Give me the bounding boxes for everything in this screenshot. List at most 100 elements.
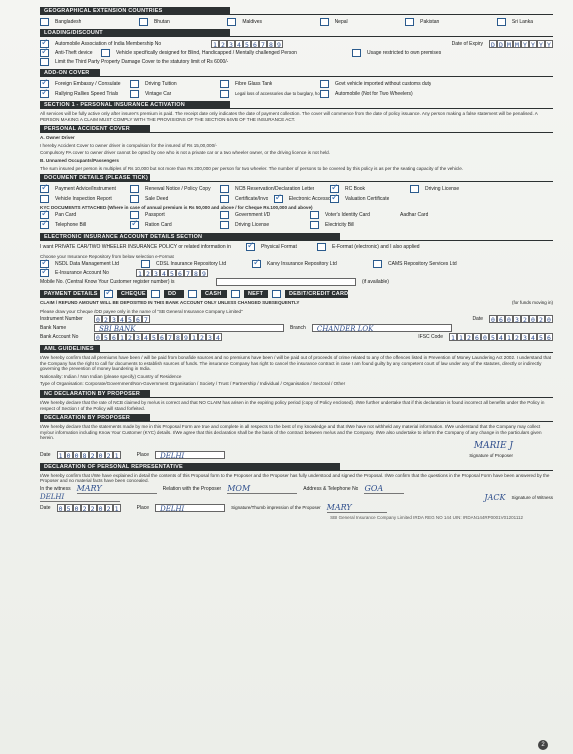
pay-cheque-checkbox[interactable] xyxy=(104,288,113,298)
section-geo-header: GEOGRAPHICAL EXTENSION COUNTRIES xyxy=(40,7,230,15)
decl-place-field[interactable]: DELHI xyxy=(155,451,226,460)
grid-cell: 2 xyxy=(104,451,113,460)
addon-checkbox-accessories[interactable] xyxy=(220,89,229,98)
decl-date-grid[interactable]: 10082021 xyxy=(56,451,121,460)
grid-cell: M xyxy=(505,39,513,49)
doc-checkbox-valuation[interactable] xyxy=(330,193,339,203)
doc-checkbox-electronic[interactable] xyxy=(273,193,283,203)
pay-cash-checkbox[interactable] xyxy=(188,289,197,298)
kyc-checkbox-pan[interactable] xyxy=(40,209,49,220)
act-text: All services will be fully active only a… xyxy=(40,111,538,122)
own-premises-checkbox[interactable] xyxy=(352,48,361,57)
grid-cell: 4 xyxy=(529,333,537,342)
anti-theft-checkbox[interactable] xyxy=(40,47,49,57)
grid-cell: 2 xyxy=(219,39,227,49)
grid-cell: 7 xyxy=(184,268,192,278)
instrument-row: Instrument Number 0234567 Date 06032020 xyxy=(40,315,553,324)
vehicle-spec-checkbox[interactable] xyxy=(101,48,110,57)
doc-checkbox-sale-deed[interactable] xyxy=(130,194,139,203)
geo-checkbox-srilanka[interactable] xyxy=(496,17,506,26)
decl-signature: MARIE J xyxy=(473,440,513,451)
pay-card-checkbox[interactable] xyxy=(272,289,281,298)
kyc-checkbox-voter[interactable] xyxy=(310,211,319,220)
eia-checkbox[interactable] xyxy=(40,267,49,277)
addon-checkbox-embassy[interactable] xyxy=(40,78,49,88)
grid-cell: 4 xyxy=(497,333,505,342)
nationality-text: Nationality: Indian / Non Indian (please… xyxy=(40,373,182,379)
branch-field[interactable]: CHANDER LOK xyxy=(311,324,452,333)
grid-cell: 5 xyxy=(64,503,73,513)
tppd-checkbox[interactable] xyxy=(40,57,49,66)
grid-cell: 8 xyxy=(80,451,89,460)
addon-checkbox-vintage[interactable] xyxy=(130,89,139,98)
section-docs-header: DOCUMENT DETAILS (PLEASE TICK) xyxy=(40,174,150,183)
geo-checkbox-nepal[interactable] xyxy=(319,17,329,26)
repo-checkbox-cdsl[interactable] xyxy=(141,259,150,268)
geo-checkbox-bhutan[interactable] xyxy=(138,17,148,26)
kyc-checkbox-ration[interactable] xyxy=(130,219,139,230)
rep-name2-field[interactable]: DELHI xyxy=(40,493,120,503)
grid-cell: 5 xyxy=(489,333,497,342)
ckyc-field[interactable] xyxy=(216,277,356,286)
addon-checkbox-driving-tuition[interactable] xyxy=(130,79,139,88)
physical-format-checkbox[interactable] xyxy=(246,241,255,252)
kyc-checkbox-dl[interactable] xyxy=(220,221,229,230)
section-decl2-header: DECLARATION OF PERSONAL REPRESENTATIVE xyxy=(40,462,340,471)
geo-checkbox-pakistan[interactable] xyxy=(405,17,415,26)
doc-checkbox-renewal[interactable] xyxy=(130,184,139,193)
geo-checkbox-bangladesh[interactable] xyxy=(40,17,49,26)
grid-cell: M xyxy=(513,39,521,49)
addon-checkbox-fibre-glass[interactable] xyxy=(220,79,229,88)
witness-field[interactable]: MARY xyxy=(76,484,157,494)
rep-date-grid[interactable]: 05022021 xyxy=(56,503,121,513)
rep-place-field[interactable]: DELHI xyxy=(155,503,226,513)
grid-cell: 1 xyxy=(112,503,121,513)
grid-cell: 1 xyxy=(118,333,126,342)
aai-number-grid[interactable]: 123456789 xyxy=(211,39,283,49)
grid-cell: 6 xyxy=(134,315,142,324)
eformat-checkbox[interactable] xyxy=(317,243,326,252)
ifsc-grid[interactable]: 1126054123456 xyxy=(449,333,553,342)
repo-checkbox-cams[interactable] xyxy=(373,259,382,268)
instrument-grid[interactable]: 0234567 xyxy=(94,315,150,324)
grid-cell: 4 xyxy=(235,39,243,49)
docs-grid: Payment Advice/Instrument Renewal Notice… xyxy=(40,183,553,203)
payment-date-grid[interactable]: 06032020 xyxy=(489,315,553,324)
grid-cell: 6 xyxy=(497,315,505,324)
date-expiry-grid[interactable]: DDMMYYYY xyxy=(489,39,553,49)
geo-checkbox-maldives[interactable] xyxy=(227,17,237,26)
witness-signature: JACK xyxy=(484,493,506,503)
grid-cell: 8 xyxy=(267,39,275,49)
section-decl-header: DECLARATION BY PROPOSER xyxy=(40,414,150,423)
account-grid[interactable]: 0561234567891234 xyxy=(94,333,222,342)
doc-checkbox-inspection[interactable] xyxy=(40,194,49,203)
grid-cell: 9 xyxy=(182,333,190,342)
repo-checkbox-karvy[interactable] xyxy=(252,258,261,268)
addon-checkbox-automobile[interactable] xyxy=(320,89,329,98)
grid-cell: 3 xyxy=(110,315,118,324)
kyc-checkbox-passport[interactable] xyxy=(130,211,139,220)
addon-checkbox-rallying[interactable] xyxy=(40,88,49,98)
address-field[interactable]: GOA xyxy=(364,484,405,494)
bank-name-field[interactable]: SBI BANK xyxy=(94,324,284,333)
kyc-checkbox-electricity[interactable] xyxy=(310,221,319,230)
grid-cell: 5 xyxy=(126,315,134,324)
grid-cell: 8 xyxy=(192,268,200,278)
eia-number-grid[interactable]: 123456789 xyxy=(136,268,208,278)
doc-checkbox-ncb[interactable] xyxy=(220,184,229,193)
occupation-text: Type of Organisation: Corporate/Governme… xyxy=(40,381,346,387)
kyc-checkbox-govt-id[interactable] xyxy=(220,211,229,220)
kyc-checkbox-telephone[interactable] xyxy=(40,219,49,230)
grid-cell: 0 xyxy=(72,503,81,513)
doc-checkbox-dl[interactable] xyxy=(410,184,419,193)
pay-neft-checkbox[interactable] xyxy=(231,289,240,298)
addon-checkbox-govt-vehicle[interactable] xyxy=(320,79,329,88)
doc-checkbox-rc[interactable] xyxy=(330,183,339,193)
relation-field[interactable]: MOM xyxy=(227,484,298,494)
grid-cell: Y xyxy=(529,39,537,49)
doc-checkbox-invoice[interactable] xyxy=(220,194,229,203)
doc-checkbox-payment[interactable] xyxy=(40,183,49,193)
section-nc-header: NC DECLARATION BY PROPOSER xyxy=(40,389,150,398)
grid-cell: 1 xyxy=(449,333,457,342)
pay-dd-checkbox[interactable] xyxy=(151,289,160,298)
